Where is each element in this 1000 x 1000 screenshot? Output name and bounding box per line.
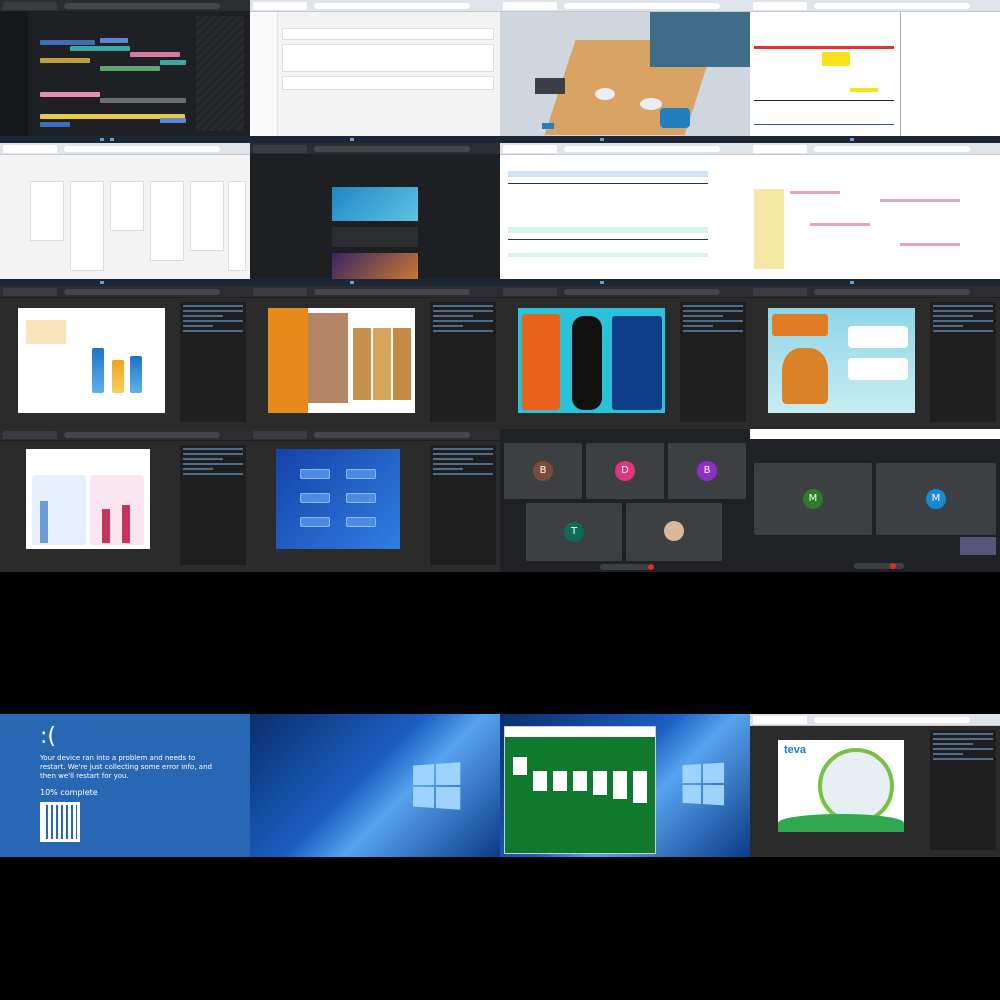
tile-slide-compare[interactable]: [0, 429, 250, 572]
bsod-progress: 10% complete: [40, 788, 98, 797]
participant-avatar: B: [533, 461, 553, 481]
tile-schedule-sheet[interactable]: [750, 143, 1000, 286]
tile-office-3d[interactable]: [500, 0, 750, 143]
bsod-message: Your device ran into a problem and needs…: [40, 754, 212, 780]
tile-video-call-grid[interactable]: B D B T: [500, 429, 750, 572]
tile-desktop: [250, 714, 500, 857]
tile-solitaire[interactable]: [500, 714, 750, 857]
tile-slide-organ[interactable]: [500, 286, 750, 429]
participant-avatar: M: [803, 489, 823, 509]
tile-spreadsheet[interactable]: [750, 0, 1000, 143]
qr-code: [40, 802, 80, 842]
tile-planner[interactable]: [0, 0, 250, 143]
tile-slide-teva[interactable]: teva: [750, 714, 1000, 857]
screenshot-contact-sheet: B D B T M M :( Your device ran into a pr…: [0, 0, 1000, 1000]
tile-kanban[interactable]: [0, 143, 250, 286]
tile-bsod: :( Your device ran into a problem and ne…: [0, 714, 250, 857]
sad-face: :(: [40, 724, 56, 749]
participant-avatar: B: [697, 461, 717, 481]
windows-logo-icon: [682, 762, 725, 806]
windows-logo-icon: [413, 762, 461, 810]
tile-slide-pharmacist[interactable]: [750, 286, 1000, 429]
tile-table-doc[interactable]: [500, 143, 750, 286]
tile-dark-feed[interactable]: [250, 143, 500, 286]
tile-slide-bars[interactable]: [0, 286, 250, 429]
tile-video-call-pair[interactable]: M M: [750, 429, 1000, 572]
participant-avatar: D: [615, 461, 635, 481]
tile-slide-hex[interactable]: [250, 429, 500, 572]
participant-avatar: M: [926, 489, 946, 509]
tile-slide-portrait[interactable]: [250, 286, 500, 429]
participant-avatar: T: [564, 522, 584, 542]
teva-logo: teva: [784, 744, 807, 756]
tile-form-page[interactable]: [250, 0, 500, 143]
